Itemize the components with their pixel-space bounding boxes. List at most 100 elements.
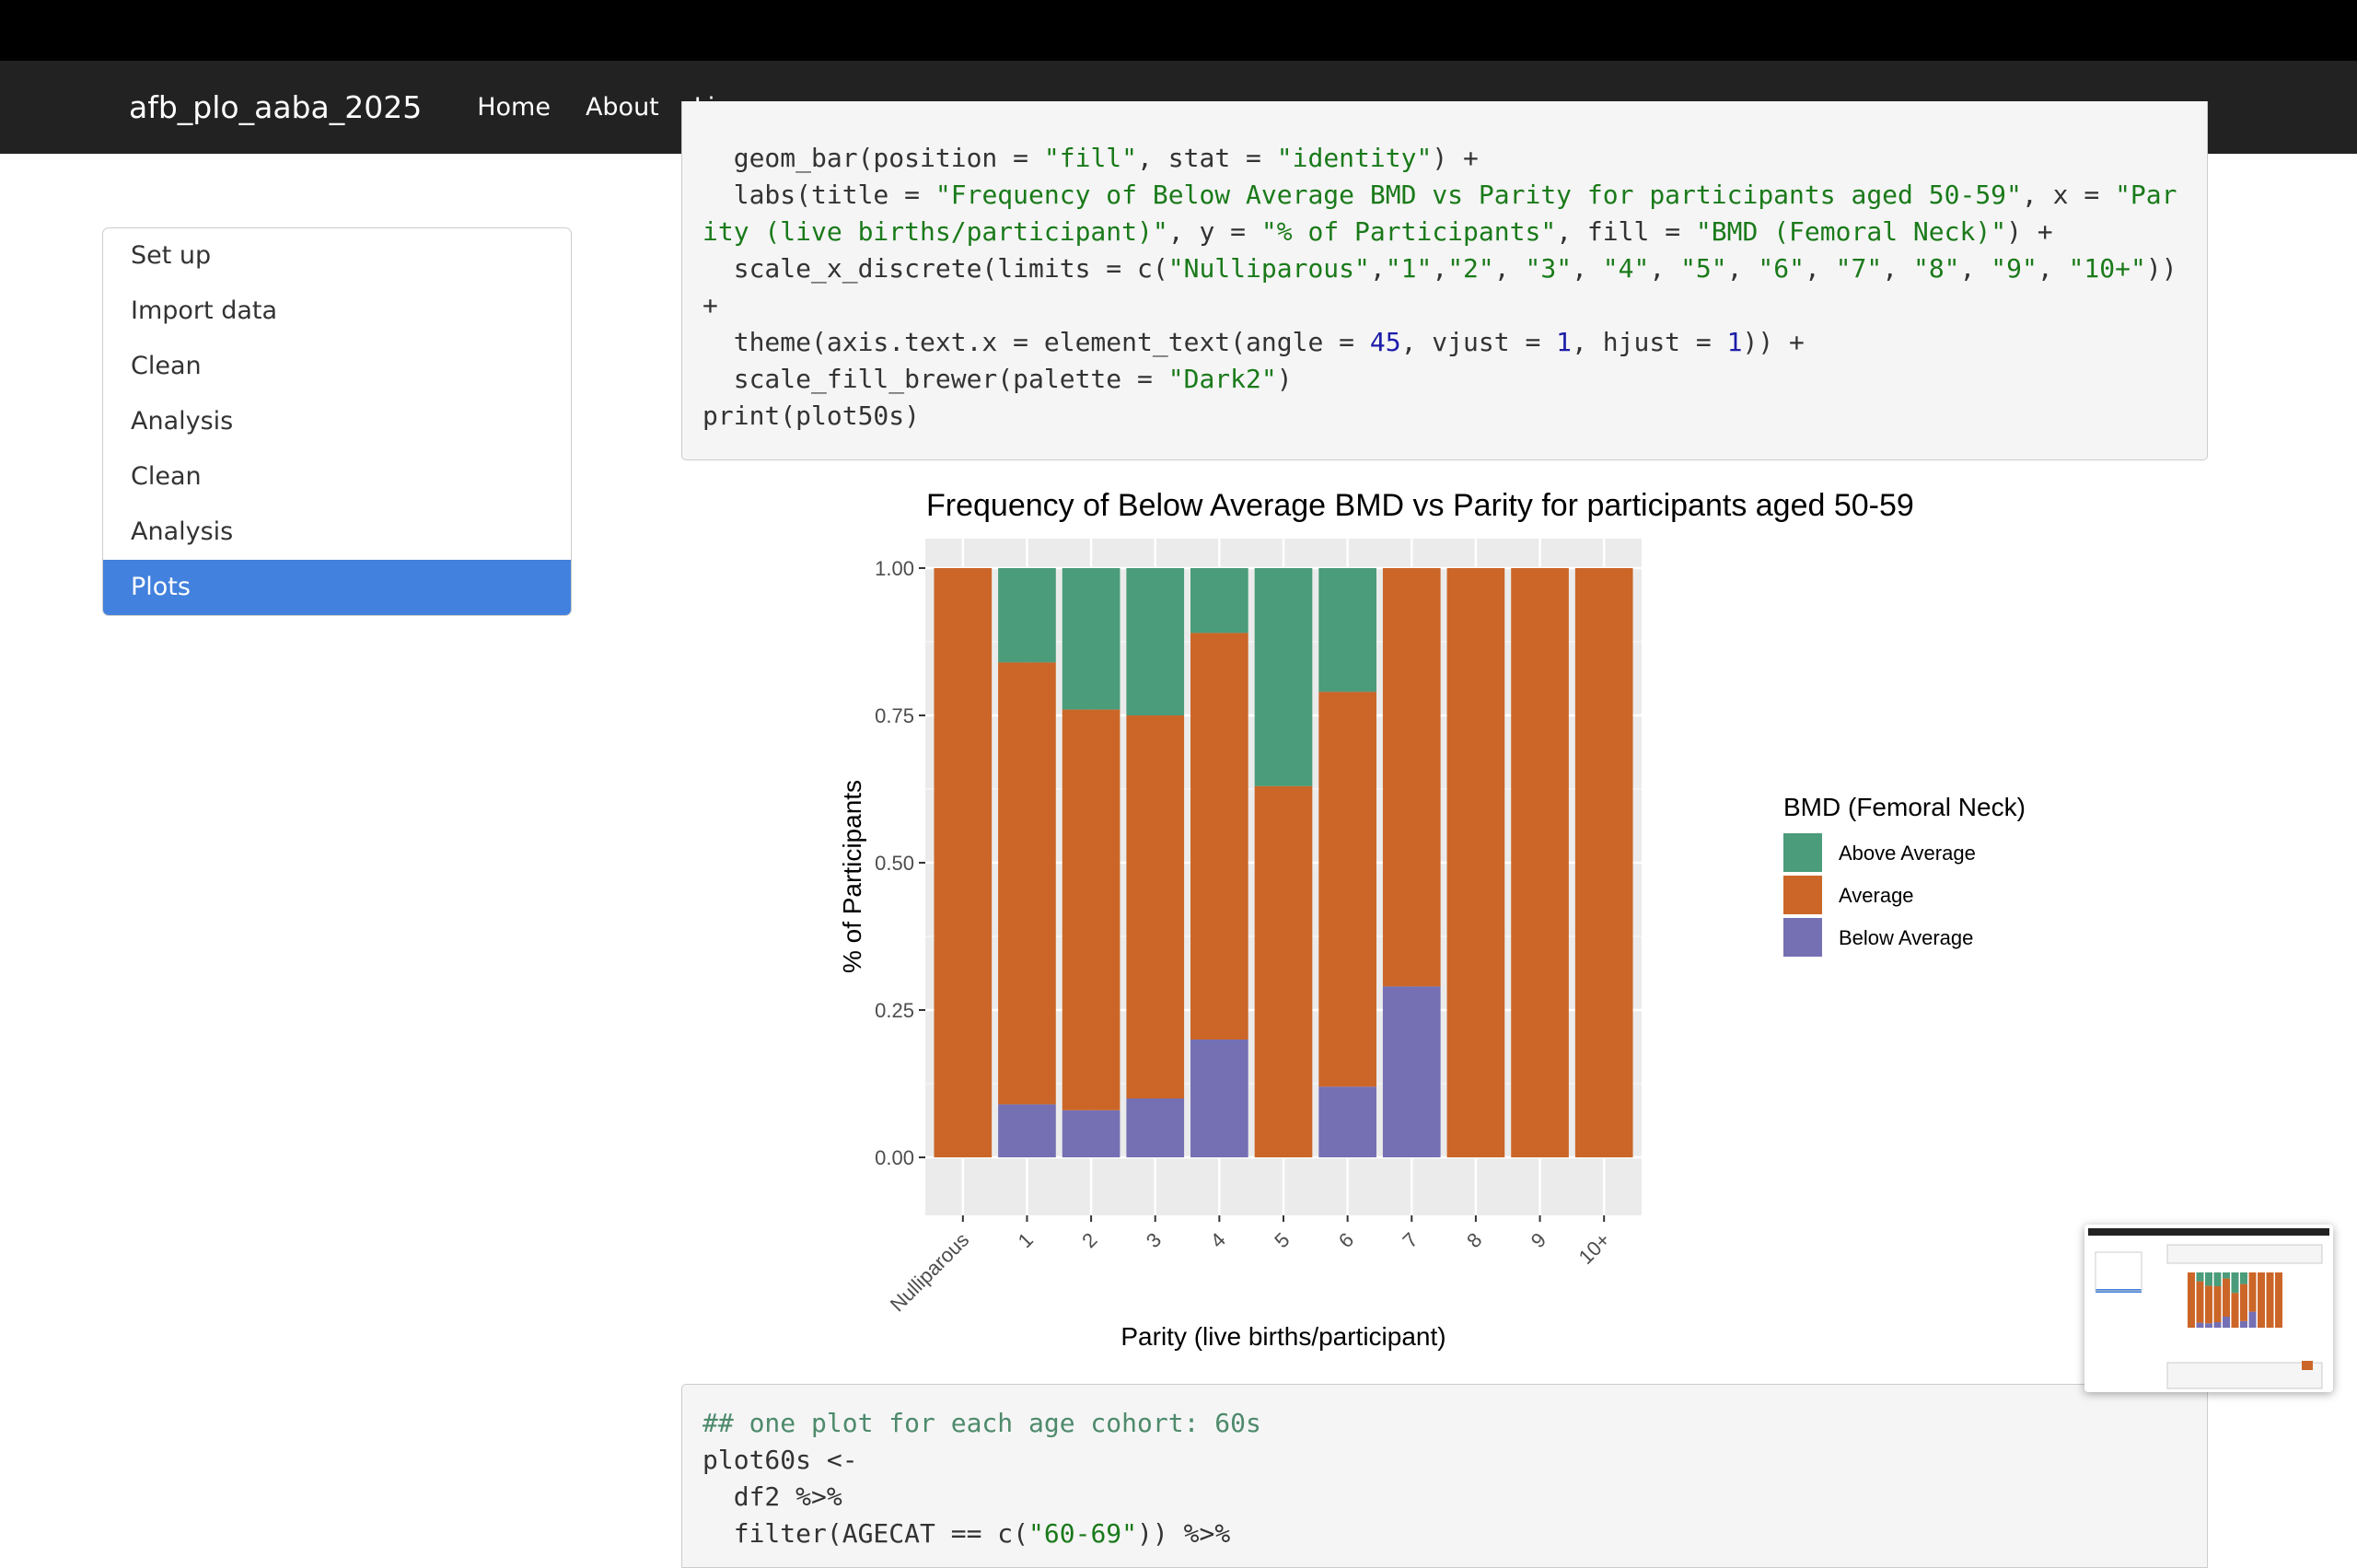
- x-tick-label: 6: [1334, 1228, 1358, 1252]
- legend-label: Above Average: [1839, 842, 1976, 865]
- toc-item-analysis[interactable]: Analysis: [103, 394, 571, 449]
- toc-item-clean[interactable]: Clean: [103, 339, 571, 394]
- x-tick-label: 4: [1206, 1228, 1230, 1252]
- bar-segment: [1382, 986, 1441, 1157]
- bar-segment: [998, 662, 1056, 1105]
- bar-segment: [1190, 1040, 1248, 1157]
- bar-segment: [1254, 785, 1313, 1157]
- x-tick-label: 9: [1527, 1228, 1550, 1252]
- toc-item-plots[interactable]: Plots: [103, 560, 571, 615]
- bar-segment: [1254, 568, 1313, 786]
- thumbnail-bar: [2188, 1272, 2195, 1328]
- table-of-contents: Set up Import data Clean Analysis Clean …: [102, 227, 572, 616]
- legend-key: [1783, 876, 1822, 914]
- legend-label: Average: [1839, 884, 1914, 907]
- toc-item-clean-2[interactable]: Clean: [103, 449, 571, 505]
- thumbnail-bar: [2240, 1320, 2247, 1328]
- thumbnail-bar: [2231, 1272, 2239, 1294]
- stacked-bar-chart: 0.00 0.25 0.50 0.75 1.00 Nulliparous 1 2 3 4 5 6 7 8 9…: [838, 488, 2026, 1351]
- thumbnail-image: [2088, 1228, 2329, 1389]
- thumbnail-bar: [2258, 1272, 2265, 1328]
- bar-segment: [1446, 568, 1505, 1157]
- bar-segment: [1062, 709, 1120, 1110]
- y-tick-label: 0.00: [875, 1146, 914, 1169]
- nav-link-home[interactable]: Home: [477, 93, 551, 122]
- thumbnail-bar: [2223, 1272, 2230, 1279]
- y-tick-label: 0.50: [875, 852, 914, 875]
- bar-segment: [1318, 568, 1376, 692]
- toc-item-set-up[interactable]: Set up: [103, 228, 571, 284]
- site-brand[interactable]: afb_plo_aaba_2025: [129, 89, 422, 125]
- x-tick-label: 2: [1077, 1228, 1101, 1252]
- bar-segment: [934, 568, 993, 1157]
- thumbnail-bar: [2223, 1317, 2230, 1328]
- bar-segment: [1126, 568, 1185, 715]
- bar-segment: [998, 1104, 1056, 1157]
- y-tick-label: 0.75: [875, 704, 914, 727]
- y-tick-label: 0.25: [875, 999, 914, 1022]
- code-line: theme(axis.text.x = element_text(angle =…: [702, 327, 1805, 357]
- x-tick-label: 5: [1270, 1228, 1294, 1252]
- legend-key: [1783, 833, 1822, 872]
- x-tick-label: 1: [1014, 1228, 1038, 1252]
- thumbnail-bar: [2266, 1272, 2274, 1328]
- browser-top-strip: [0, 0, 2357, 61]
- thumbnail-bar: [2213, 1322, 2222, 1328]
- y-tick-label: 1.00: [875, 557, 914, 580]
- code-line: plot60s <-: [702, 1445, 858, 1475]
- thumbnail-bar: [2213, 1286, 2222, 1322]
- x-tick-label: 10+: [1574, 1228, 1615, 1269]
- bar-segment: [1062, 1109, 1120, 1157]
- code-line: +: [702, 290, 718, 320]
- chart-title: Frequency of Below Average BMD vs Parity…: [926, 488, 1914, 523]
- code-block-plot50s: geom_bar(position = "fill", stat = "iden…: [681, 101, 2208, 460]
- code-line: ity (live births/participant)", y = "% o…: [702, 216, 2053, 247]
- thumbnail-bar: [2196, 1322, 2204, 1328]
- code-block-plot60s: ## one plot for each age cohort: 60s plot…: [681, 1384, 2208, 1568]
- bar-segment: [1318, 1086, 1376, 1157]
- thumbnail-bar: [2248, 1272, 2257, 1312]
- thumbnail-bar: [2240, 1272, 2247, 1284]
- x-tick-label: 3: [1142, 1228, 1166, 1252]
- x-tick-label: 8: [1462, 1228, 1486, 1252]
- bar-segment: [1511, 568, 1569, 1157]
- thumbnail-bar: [2196, 1281, 2204, 1323]
- bar-segment: [1126, 1098, 1185, 1157]
- toc-item-analysis-2[interactable]: Analysis: [103, 505, 571, 560]
- x-axis-title: Parity (live births/participant): [1120, 1322, 1446, 1351]
- thumbnail-bar: [2205, 1285, 2212, 1324]
- bar-segment: [1318, 691, 1376, 1087]
- bar-segment: [1574, 568, 1633, 1157]
- thumbnail-bar: [2223, 1278, 2230, 1317]
- thumbnail-bar: [2248, 1311, 2257, 1328]
- thumbnail-bar: [2205, 1323, 2212, 1328]
- bar-segment: [1190, 633, 1248, 1040]
- code-line: print(plot50s): [702, 401, 921, 431]
- legend-title: BMD (Femoral Neck): [1783, 793, 2026, 821]
- page-thumbnail-preview[interactable]: [2084, 1225, 2333, 1392]
- nav-link-about[interactable]: About: [586, 93, 659, 122]
- code-line: ## one plot for each age cohort: 60s: [702, 1408, 1261, 1438]
- bar-segment: [1190, 568, 1248, 633]
- legend-key: [1783, 918, 1822, 957]
- bar-segment: [998, 568, 1056, 663]
- thumbnail-bar: [2213, 1272, 2222, 1286]
- x-tick-label: 7: [1398, 1228, 1422, 1252]
- thumbnail-bar: [2205, 1272, 2212, 1286]
- code-line: scale_x_discrete(limits = c("Nulliparous…: [702, 253, 2177, 284]
- bar-segment: [1382, 568, 1441, 987]
- thumbnail-bar: [2196, 1272, 2204, 1282]
- bar-segment: [1126, 715, 1185, 1098]
- code-line: scale_fill_brewer(palette = "Dark2"): [702, 364, 1293, 394]
- legend-label: Below Average: [1839, 926, 1973, 949]
- y-axis-title: % of Participants: [838, 780, 866, 973]
- code-line: filter(AGECAT == c("60-69")) %>%: [702, 1518, 1231, 1549]
- bar-segment: [1062, 568, 1120, 710]
- code-line: labs(title = "Frequency of Below Average…: [702, 180, 2177, 210]
- x-tick-label: Nulliparous: [886, 1228, 974, 1317]
- code-line: geom_bar(position = "fill", stat = "iden…: [702, 143, 1479, 173]
- toc-item-import-data[interactable]: Import data: [103, 284, 571, 339]
- code-line: df2 %>%: [702, 1481, 842, 1512]
- thumbnail-bar: [2275, 1272, 2282, 1328]
- thumbnail-bar: [2240, 1283, 2247, 1321]
